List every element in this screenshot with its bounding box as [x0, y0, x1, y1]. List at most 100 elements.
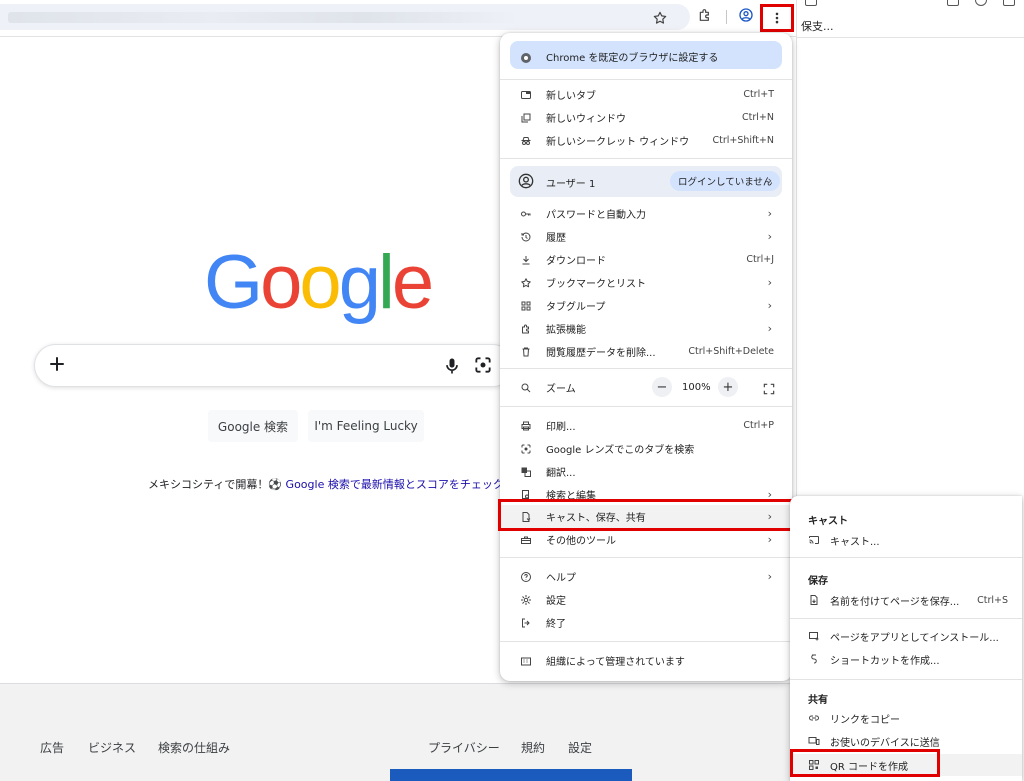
- menu-item-new-tab[interactable]: 新しいタブ Ctrl+T: [500, 83, 792, 106]
- chrome-menu: Chrome を既定のブラウザに設定する 新しいタブ Ctrl+T 新しいウィン…: [500, 33, 792, 681]
- incognito-icon: [520, 135, 532, 147]
- chevron-right-icon: ›: [767, 276, 772, 289]
- zoom-level: 100%: [682, 382, 711, 393]
- menu-item-help[interactable]: ヘルプ ›: [500, 565, 792, 588]
- google-lens-icon: [520, 443, 532, 455]
- menu-label: 設定: [546, 596, 566, 607]
- menu-item-clear-data[interactable]: 閲覧履歴データを削除... Ctrl+Shift+Delete: [500, 340, 792, 363]
- star-icon[interactable]: [652, 10, 670, 28]
- menu-item-new-window[interactable]: 新しいウィンドウ Ctrl+N: [500, 106, 792, 129]
- new-tab-icon: [520, 89, 532, 101]
- menu-label: 新しいタブ: [546, 91, 596, 102]
- chrome-menu-button[interactable]: [760, 4, 794, 32]
- google-lens-icon[interactable]: [473, 355, 493, 375]
- menu-item-user-profile[interactable]: ユーザー 1 ログインしていません ›: [510, 166, 782, 197]
- menu-item-exit[interactable]: 終了: [500, 611, 792, 634]
- gear-icon: [520, 594, 532, 606]
- menu-item-bookmarks[interactable]: ブックマークとリスト ›: [500, 271, 792, 294]
- feeling-lucky-button[interactable]: I'm Feeling Lucky: [308, 410, 424, 442]
- zoom-out-button[interactable]: −: [652, 377, 672, 397]
- submenu-item-cast[interactable]: キャスト...: [790, 529, 1022, 551]
- footer-business-link[interactable]: ビジネス: [88, 739, 136, 756]
- google-search-button[interactable]: Google 検索: [208, 410, 298, 442]
- menu-item-print[interactable]: 印刷... Ctrl+P: [500, 414, 792, 437]
- promo-link[interactable]: Google 検索で最新情報とスコアをチェック: [286, 478, 504, 491]
- menu-item-passwords[interactable]: パスワードと自動入力 ›: [500, 202, 792, 225]
- logo-letter: G: [204, 240, 263, 325]
- key-icon: [520, 208, 532, 220]
- microphone-icon[interactable]: [442, 355, 462, 377]
- menu-item-extensions[interactable]: 拡張機能 ›: [500, 317, 792, 340]
- submenu-item-save-page[interactable]: 名前を付けてページを保存... Ctrl+S: [790, 589, 1022, 611]
- devices-icon: [808, 735, 820, 747]
- menu-icon: [1003, 0, 1015, 6]
- footer-privacy-link[interactable]: プライバシー: [428, 739, 500, 756]
- menu-label: 新しいウィンドウ: [546, 114, 626, 125]
- chevron-right-icon: ›: [767, 174, 772, 187]
- menu-divider: [500, 641, 792, 642]
- plus-icon[interactable]: [45, 352, 69, 376]
- menu-item-translate[interactable]: 翻訳...: [500, 460, 792, 483]
- menu-divider: [500, 79, 792, 80]
- menu-label: Google レンズでこのタブを検索: [546, 445, 695, 456]
- bottom-blue-button[interactable]: [390, 769, 632, 781]
- footer-settings-link[interactable]: 設定: [568, 739, 592, 756]
- submenu-shortcut: Ctrl+S: [977, 594, 1008, 606]
- submenu-item-copy-link[interactable]: リンクをコピー: [790, 707, 1022, 729]
- footer-how-search-works-link[interactable]: 検索の仕組み: [158, 739, 230, 756]
- doodle-promo: メキシコシティで開幕！⚽ Google 検索で最新情報とスコアをチェック: [148, 476, 504, 492]
- menu-label: ダウンロード: [546, 256, 606, 267]
- chevron-right-icon: ›: [767, 533, 772, 546]
- search-box[interactable]: [34, 344, 514, 387]
- menu-item-google-lens[interactable]: Google レンズでこのタブを検索: [500, 437, 792, 460]
- menu-label: 終了: [546, 619, 566, 630]
- login-status-badge: ログインしていません: [670, 171, 781, 191]
- puzzle-icon: [520, 323, 532, 335]
- logo-letter: e: [391, 240, 434, 325]
- address-bar[interactable]: [0, 4, 690, 30]
- submenu-item-create-shortcut[interactable]: ショートカットを作成...: [790, 648, 1022, 670]
- translate-icon: [520, 466, 532, 478]
- submenu-label: お使いのデバイスに送信: [830, 737, 940, 749]
- menu-label: 組織によって管理されています: [546, 657, 685, 668]
- menu-label: 翻訳...: [546, 468, 576, 479]
- zoom-in-button[interactable]: +: [718, 377, 738, 397]
- menu-item-more-tools[interactable]: その他のツール ›: [500, 528, 792, 551]
- set-default-browser-button[interactable]: Chrome を既定のブラウザに設定する: [510, 41, 782, 69]
- menu-label: その他のツール: [546, 536, 616, 547]
- google-logo: Google: [204, 245, 434, 321]
- logo-letter: o: [260, 240, 302, 325]
- background-window-toolbar: 保支...: [797, 0, 1024, 38]
- exit-icon: [520, 617, 532, 629]
- trash-icon: [520, 346, 532, 358]
- menu-label: 新しいシークレット ウィンドウ: [546, 137, 690, 148]
- menu-item-tab-groups[interactable]: タブグループ ›: [500, 294, 792, 317]
- menu-item-history[interactable]: 履歴 ›: [500, 225, 792, 248]
- browser-toolbar: [0, 0, 800, 36]
- save-file-icon: [808, 594, 820, 606]
- account-icon[interactable]: [738, 7, 756, 25]
- menu-item-zoom: ズーム: [500, 376, 792, 399]
- fullscreen-icon[interactable]: [762, 381, 776, 395]
- history-icon: [520, 231, 532, 243]
- promo-text: メキシコシティで開幕！⚽: [148, 478, 283, 491]
- toolbox-icon: [520, 534, 532, 546]
- menu-divider: [500, 557, 792, 558]
- puzzle-icon[interactable]: [697, 7, 715, 25]
- menu-item-settings[interactable]: 設定: [500, 588, 792, 611]
- submenu-item-install-app[interactable]: ページをアプリとしてインストール...: [790, 625, 1022, 647]
- menu-label: 閲覧履歴データを削除...: [546, 348, 656, 359]
- menu-item-incognito[interactable]: 新しいシークレット ウィンドウ Ctrl+Shift+N: [500, 129, 792, 152]
- footer-terms-link[interactable]: 規約: [521, 739, 545, 756]
- menu-item-managed[interactable]: 組織によって管理されています: [500, 649, 792, 672]
- menu-label: ヘルプ: [546, 573, 576, 584]
- logo-letter: l: [377, 240, 395, 325]
- printer-icon: [520, 420, 532, 432]
- cast-icon: [808, 534, 820, 546]
- menu-divider: [500, 368, 792, 369]
- menu-item-downloads[interactable]: ダウンロード Ctrl+J: [500, 248, 792, 271]
- menu-divider: [500, 158, 792, 159]
- cast-save-share-submenu: キャスト キャスト... 保存 名前を付けてページを保存... Ctrl+S ペ…: [790, 496, 1022, 781]
- chevron-right-icon: ›: [767, 207, 772, 220]
- footer-ads-link[interactable]: 広告: [40, 739, 64, 756]
